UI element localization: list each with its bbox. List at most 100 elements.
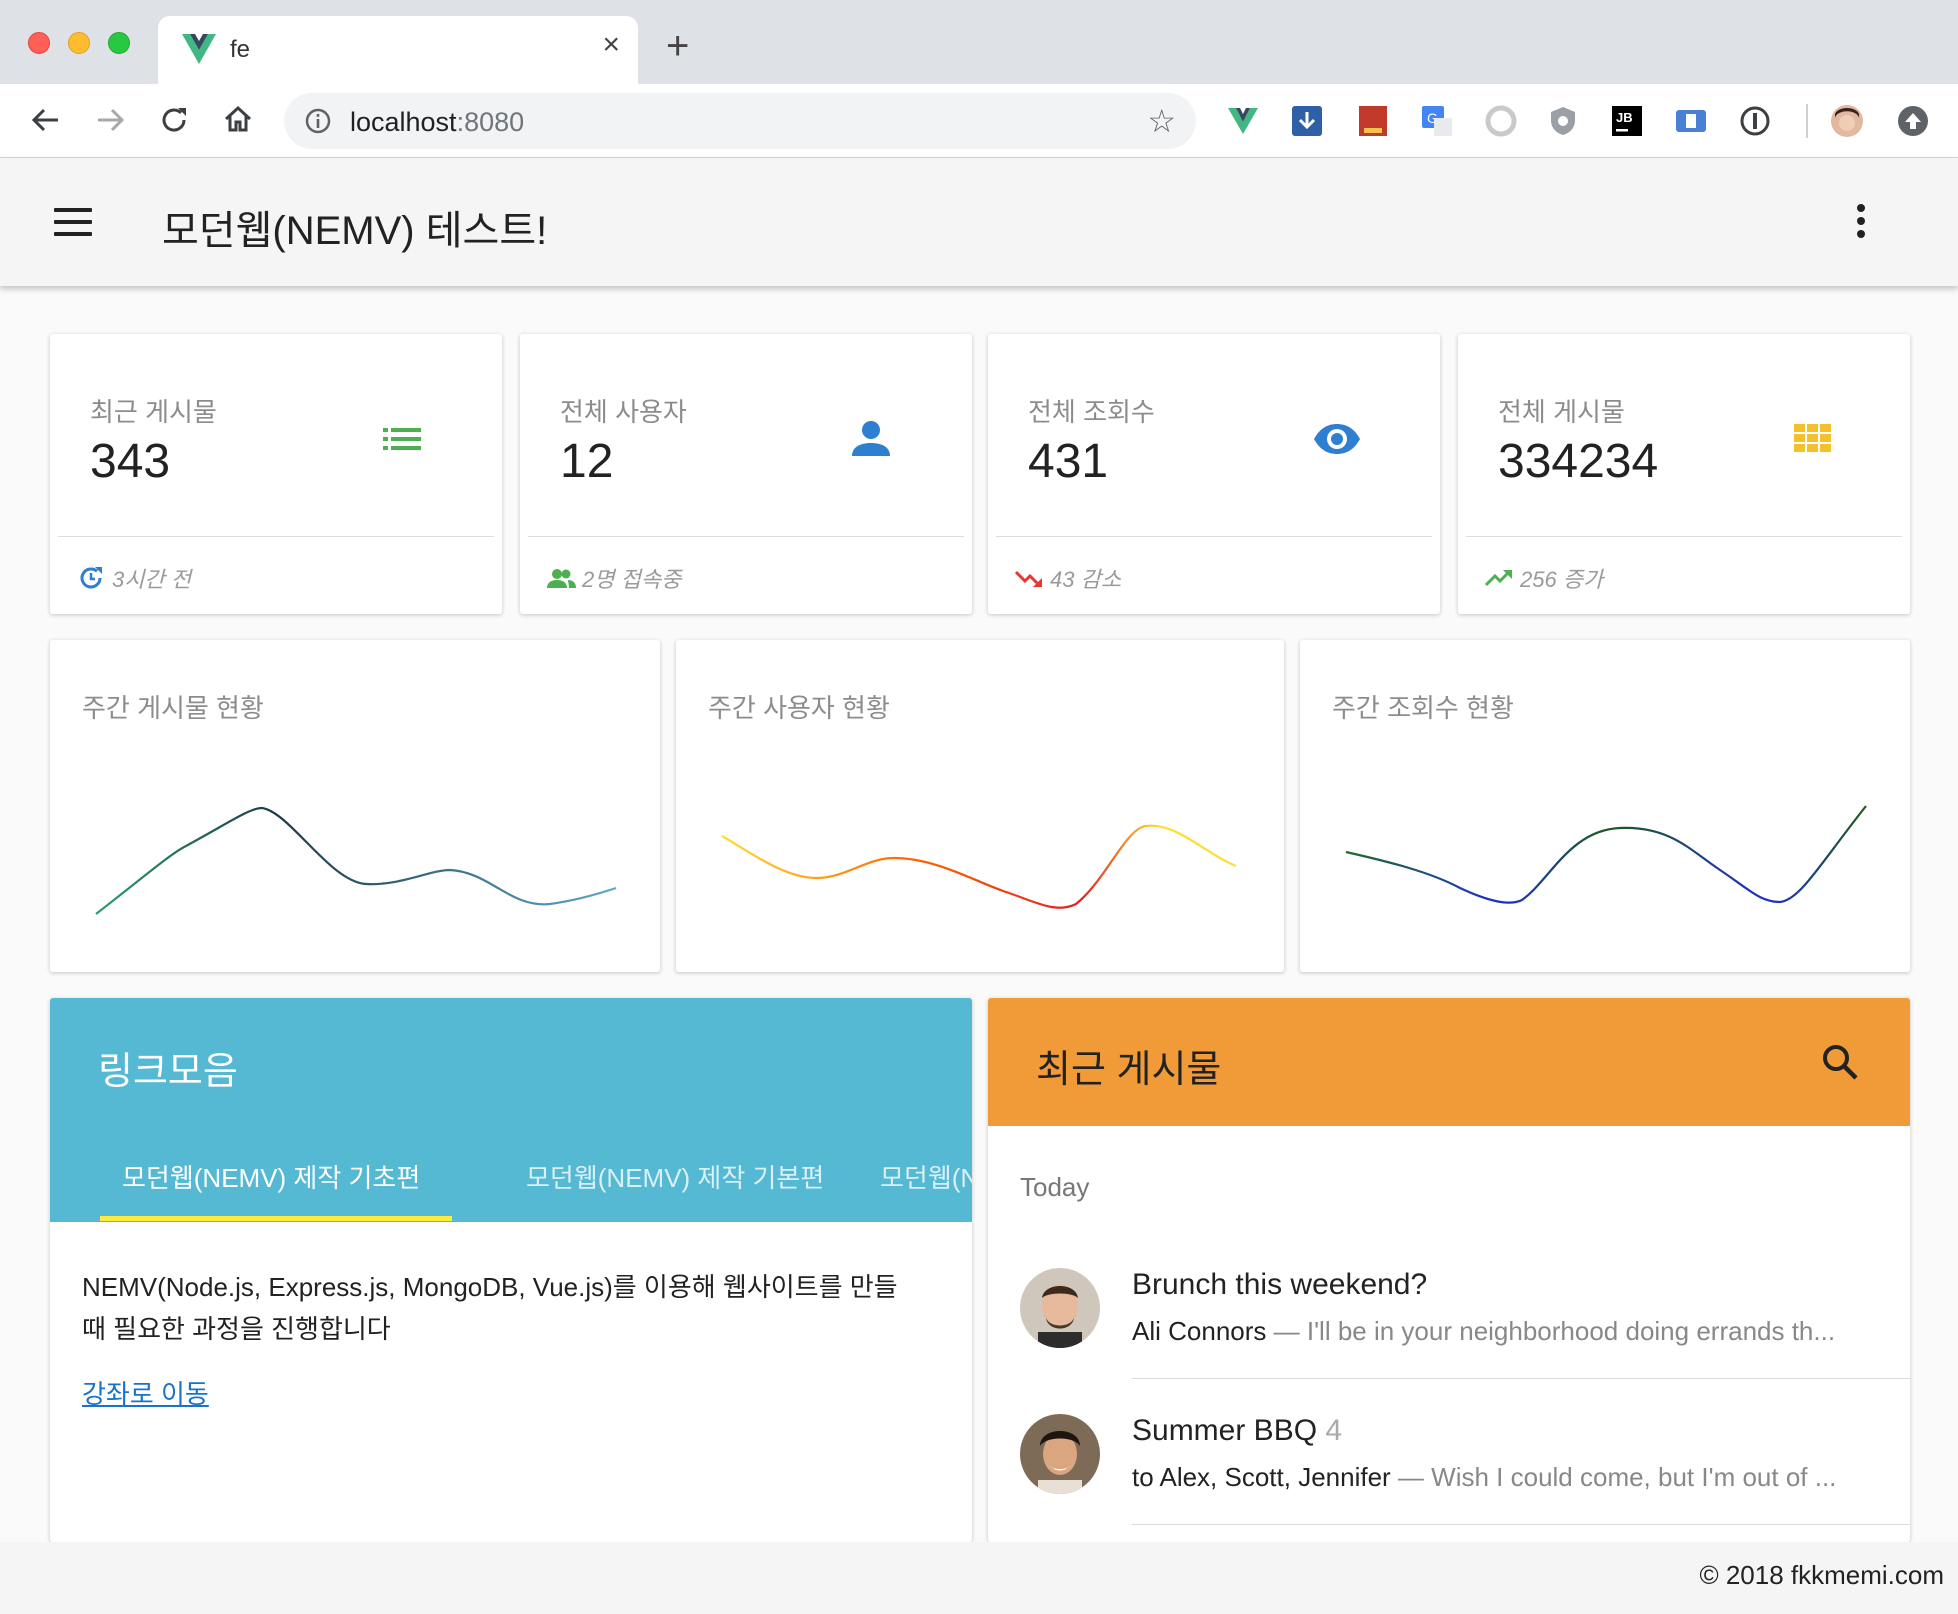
sparkline-card-weekly-posts: 주간 게시물 현황	[50, 640, 660, 972]
pdf-extension-icon[interactable]	[1356, 104, 1390, 138]
toolbar-separator	[1806, 104, 1808, 138]
jetbrains-extension-icon[interactable]: JB	[1610, 104, 1644, 138]
message-subtitle: to Alex, Scott, Jennifer — Wish I could …	[1132, 1462, 1836, 1493]
tab-nemv-basics[interactable]: 모던웹(NEMV) 제작 기초편	[122, 1158, 420, 1195]
home-button[interactable]	[220, 102, 256, 138]
stat-footer: 256 증가	[1484, 558, 1603, 598]
list-divider	[1132, 1378, 1910, 1379]
card-divider	[1466, 536, 1902, 537]
reload-button[interactable]	[156, 102, 192, 138]
url-text[interactable]: localhost:8080	[350, 107, 524, 138]
update-icon[interactable]	[1896, 104, 1930, 138]
stat-footer: 2명 접속중	[546, 558, 681, 598]
minimize-window-button[interactable]	[68, 32, 90, 54]
svg-text:JB: JB	[1616, 110, 1633, 125]
back-arrow-icon	[31, 108, 58, 132]
bookmark-star-icon[interactable]: ☆	[1147, 105, 1176, 137]
person-icon	[852, 421, 890, 456]
more-vert-icon[interactable]	[1854, 204, 1868, 240]
profile-avatar-icon[interactable]	[1830, 104, 1864, 138]
search-icon[interactable]	[1820, 1042, 1860, 1082]
links-tab-bar: 모던웹(NEMV) 제작 기초편 모던웹(NEMV) 제작 기본편 모던웹(N	[98, 1128, 972, 1222]
recent-posts-header: 최근 게시물	[988, 998, 1910, 1126]
opera-extension-icon[interactable]	[1484, 104, 1518, 138]
back-button[interactable]	[28, 102, 64, 138]
password-manager-extension-icon[interactable]	[1738, 104, 1772, 138]
menu-icon[interactable]	[54, 208, 92, 236]
close-window-button[interactable]	[28, 32, 50, 54]
message-title-text: Summer BBQ	[1132, 1414, 1326, 1447]
message-count: 4	[1325, 1414, 1343, 1447]
app-bar: 모던웹(NEMV) 테스트!	[0, 158, 1958, 286]
stat-label: 전체 게시물	[1498, 397, 1625, 427]
copyright-text: © 2018 fkkmemi.com	[1699, 1560, 1944, 1590]
stat-footer: 43 감소	[1014, 558, 1121, 598]
translate-extension-icon[interactable]: G	[1420, 104, 1454, 138]
download-extension-icon[interactable]	[1290, 104, 1324, 138]
page-title: 모던웹(NEMV) 테스트!	[162, 209, 548, 253]
links-description-line: 때 필요한 과정을 진행합니다	[82, 1314, 391, 1344]
maximize-window-button[interactable]	[108, 32, 130, 54]
stat-card-total-posts: 전체 게시물 334234 256 증가	[1458, 334, 1910, 614]
tab-close-icon[interactable]: ×	[602, 30, 620, 60]
forward-button[interactable]	[92, 102, 128, 138]
browser-tab[interactable]: fe ×	[158, 16, 638, 84]
message-title: Summer BBQ 4	[1132, 1414, 1342, 1448]
url-port: :8080	[456, 107, 525, 137]
message-dash: —	[1266, 1316, 1307, 1346]
active-tab-indicator	[100, 1216, 452, 1221]
message-preview: I'll be in your neighborhood doing erran…	[1306, 1316, 1836, 1346]
tab-nemv-fundamentals[interactable]: 모던웹(NEMV) 제작 기본편	[526, 1158, 824, 1195]
list-subheader: Today	[1020, 1172, 1090, 1202]
trending-down-icon	[1014, 570, 1042, 588]
info-icon[interactable]	[304, 107, 332, 135]
new-tab-button[interactable]: +	[666, 26, 689, 66]
stat-value: 12	[560, 435, 614, 488]
sparkline-card-weekly-users: 주간 사용자 현황	[676, 640, 1284, 972]
stat-footer-text: 2명 접속중	[582, 567, 682, 592]
url-host: localhost	[350, 107, 457, 137]
tab-nemv-more[interactable]: 모던웹(N	[880, 1158, 972, 1195]
sparkline-weekly-views	[1345, 805, 1867, 904]
avatar	[1020, 1268, 1100, 1348]
shield-extension-icon[interactable]	[1546, 104, 1580, 138]
links-description: NEMV(Node.js, Express.js, MongoDB, Vue.j…	[82, 1266, 962, 1350]
trending-up-icon	[1484, 569, 1512, 587]
refresh-icon	[80, 567, 102, 589]
message-subtitle: Ali Connors — I'll be in your neighborho…	[1132, 1316, 1835, 1347]
stat-footer-text: 3시간 전	[112, 567, 192, 592]
vue-devtools-extension-icon[interactable]	[1226, 104, 1260, 138]
links-card: 링크모음 모던웹(NEMV) 제작 기초편 모던웹(NEMV) 제작 기본편 모…	[50, 998, 972, 1542]
stat-card-total-users: 전체 사용자 12 2명 접속중	[520, 334, 972, 614]
tab-strip: fe × +	[0, 0, 1958, 84]
main-content: 최근 게시물 343 3시간 전 전체 사용자 12 2명 접속중 전체 조회수…	[0, 286, 1958, 1542]
recent-posts-card: 최근 게시물 Today Brunch this weekend? Ali Co…	[988, 998, 1910, 1542]
tag-extension-icon[interactable]	[1674, 104, 1708, 138]
go-to-course-link[interactable]: 강좌로 이동	[82, 1374, 209, 1411]
links-card-header: 링크모음 모던웹(NEMV) 제작 기초편 모던웹(NEMV) 제작 기본편 모…	[50, 998, 972, 1222]
list-item[interactable]: Brunch this weekend? Ali Connors — I'll …	[988, 1268, 1910, 1412]
stat-label: 최근 게시물	[90, 397, 217, 427]
list-item[interactable]: Summer BBQ 4 to Alex, Scott, Jennifer — …	[988, 1414, 1910, 1542]
avatar	[1020, 1414, 1100, 1494]
forward-arrow-icon	[98, 108, 125, 132]
stat-footer-text: 256 증가	[1520, 567, 1604, 592]
message-sender: Ali Connors	[1132, 1316, 1267, 1346]
stat-value: 343	[90, 435, 171, 488]
stat-label: 전체 조회수	[1028, 397, 1155, 427]
reload-icon	[162, 108, 186, 132]
tab-title: fe	[230, 36, 251, 63]
eye-icon	[1314, 424, 1360, 454]
group-icon	[547, 569, 576, 588]
card-divider	[996, 536, 1432, 537]
links-card-title: 링크모음	[98, 1051, 238, 1093]
message-title-text: Brunch this weekend?	[1132, 1268, 1428, 1301]
stat-footer: 3시간 전	[76, 558, 191, 598]
sparkline-weekly-users	[721, 824, 1237, 909]
list-divider	[1132, 1524, 1910, 1525]
card-divider	[528, 536, 964, 537]
stat-card-recent-posts: 최근 게시물 343 3시간 전	[50, 334, 502, 614]
vue-logo-icon	[182, 34, 216, 64]
page-footer: © 2018 fkkmemi.com	[0, 1542, 1958, 1614]
address-bar[interactable]: localhost:8080 ☆	[284, 93, 1196, 149]
